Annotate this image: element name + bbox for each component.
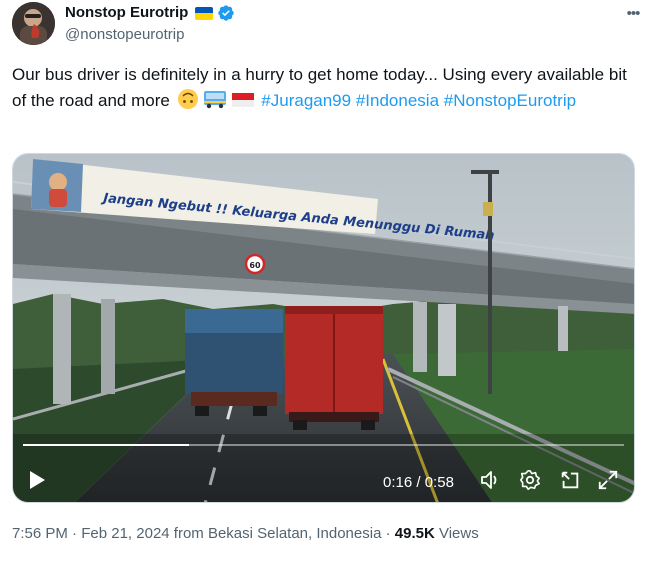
meta-separator: · [72,525,78,542]
meta-separator: · [385,525,391,542]
time-current: 0:16 [383,474,413,491]
tweet-location: from Bekasi Selatan, Indonesia [173,525,382,542]
display-name-text[interactable]: Nonstop Eurotrip [65,3,188,23]
tweet-header: Nonstop Eurotrip @nonstopeurotrip ••• [12,2,645,46]
video-progress-bar[interactable] [23,444,624,446]
time-total: 0:58 [424,474,454,491]
tweet-text: Our bus driver is definitely in a hurry … [12,62,642,114]
hashtag-indonesia[interactable]: #Indonesia [356,91,439,110]
video-time: 0:16 / 0:58 [383,474,454,491]
avatar[interactable] [12,2,55,45]
play-icon[interactable] [27,469,47,491]
bus-icon [203,91,226,109]
tweet-meta: 7:56 PM · Feb 21, 2024 from Bekasi Selat… [12,524,479,544]
svg-text:60: 60 [249,261,261,270]
time-separator: / [412,474,425,491]
video-player[interactable]: Jangan Ngebut !! Keluarga Anda Menunggu … [12,153,635,503]
upside-down-face-icon [177,89,198,109]
tweet-time[interactable]: 7:56 PM [12,525,68,542]
hashtag-nonstopeurotrip[interactable]: #NonstopEurotrip [444,91,576,110]
picture-in-picture-icon[interactable] [559,469,581,491]
views-count[interactable]: 49.5K [395,525,435,542]
indonesia-flag-icon [231,93,254,107]
ukraine-flag-icon [195,6,214,20]
verified-badge-icon [218,5,235,21]
video-progress-fill [23,444,189,446]
video-controls: 0:16 / 0:58 [13,459,634,499]
tweet-date[interactable]: Feb 21, 2024 [81,525,169,542]
views-label: Views [438,525,479,542]
author-names: Nonstop Eurotrip @nonstopeurotrip [65,3,235,45]
hashtag-juragan99[interactable]: #Juragan99 [261,91,351,110]
video-frame: Jangan Ngebut !! Keluarga Anda Menunggu … [13,154,634,502]
author-handle[interactable]: @nonstopeurotrip [65,25,235,45]
author-display-name[interactable]: Nonstop Eurotrip [65,3,235,23]
settings-gear-icon[interactable] [519,469,541,491]
more-options-button[interactable]: ••• [621,4,645,24]
volume-icon[interactable] [479,469,501,491]
fullscreen-icon[interactable] [597,469,619,491]
